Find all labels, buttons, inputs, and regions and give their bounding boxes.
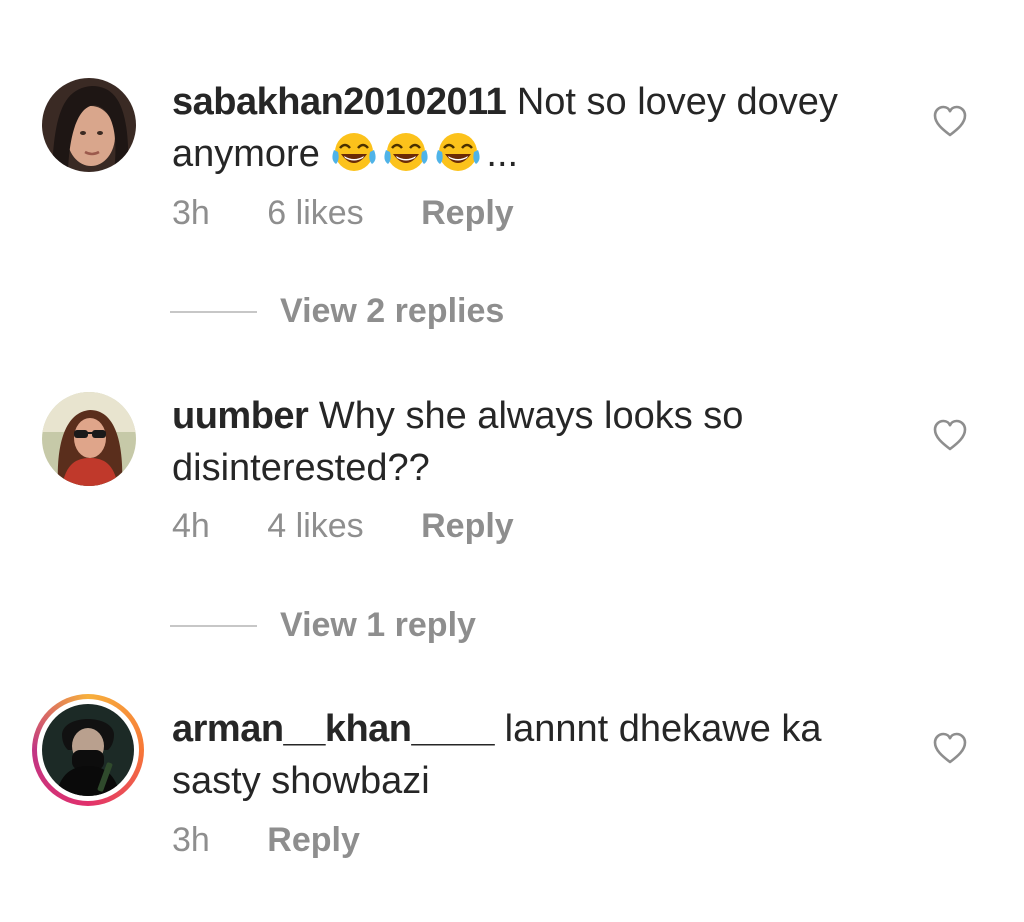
- comment-meta: 3h 6 likes Reply: [172, 194, 562, 233]
- reply-button[interactable]: Reply: [421, 507, 514, 545]
- reply-button[interactable]: Reply: [267, 821, 360, 859]
- comment-time: 3h: [172, 194, 210, 232]
- avatar[interactable]: [42, 704, 134, 796]
- comment-body: arman__khan____ lannnt dhekawe ka sasty …: [172, 703, 872, 807]
- comment-body: uumber Why she always looks so disintere…: [172, 390, 872, 494]
- laughing-emoji-icon: [436, 133, 481, 171]
- view-replies-button[interactable]: View 2 replies: [170, 291, 670, 331]
- laughing-emoji-icon: [384, 133, 429, 171]
- comment-likes[interactable]: 6 likes: [267, 194, 363, 232]
- reply-button[interactable]: Reply: [421, 194, 514, 232]
- laughing-emoji-icon: [332, 133, 377, 171]
- heart-outline-icon[interactable]: [932, 418, 968, 452]
- view-replies-button[interactable]: View 1 reply: [170, 605, 670, 645]
- avatar[interactable]: [42, 392, 136, 486]
- heart-outline-icon[interactable]: [932, 104, 968, 138]
- comment-truncation[interactable]: ...: [486, 133, 518, 175]
- heart-outline-icon[interactable]: [932, 731, 968, 765]
- comment-username[interactable]: uumber: [172, 395, 309, 437]
- replies-divider: [170, 625, 257, 627]
- story-ring[interactable]: [32, 694, 144, 806]
- replies-divider: [170, 311, 257, 313]
- avatar[interactable]: [42, 78, 136, 172]
- comment-body: sabakhan20102011 Not so lovey dovey anym…: [172, 76, 872, 180]
- comment-time: 3h: [172, 821, 210, 859]
- comments-screen: sabakhan20102011 Not so lovey dovey anym…: [0, 0, 1024, 922]
- comment-username[interactable]: sabakhan20102011: [172, 81, 507, 123]
- comment-time: 4h: [172, 507, 210, 545]
- comment-likes[interactable]: 4 likes: [267, 507, 363, 545]
- view-replies-label[interactable]: View 2 replies: [280, 291, 504, 331]
- comment-meta: 4h 4 likes Reply: [172, 507, 562, 546]
- view-replies-label[interactable]: View 1 reply: [280, 605, 476, 645]
- comment-meta: 3h Reply: [172, 821, 408, 860]
- comment-username[interactable]: arman__khan____: [172, 708, 495, 750]
